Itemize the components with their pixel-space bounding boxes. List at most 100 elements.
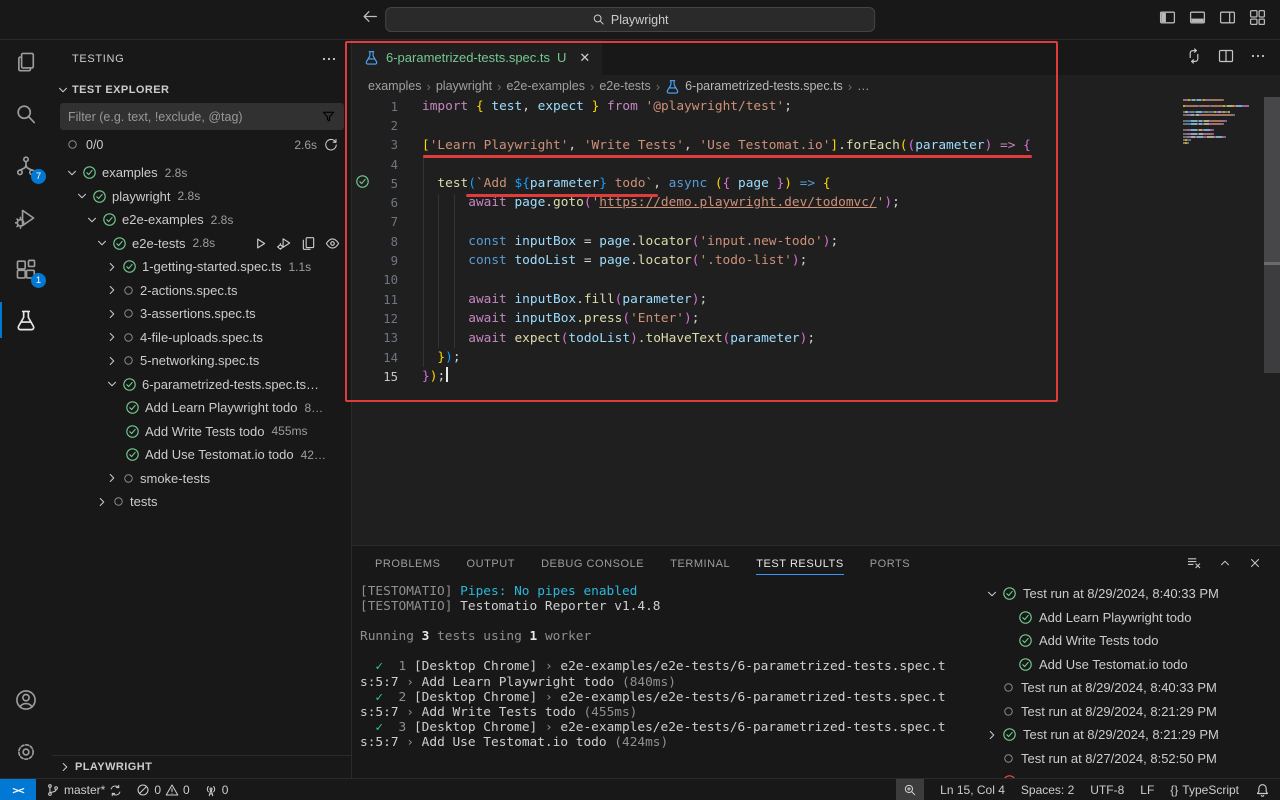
clear-results-icon[interactable] bbox=[1187, 555, 1202, 570]
test-tree-item[interactable]: e2e-tests2.8s bbox=[52, 232, 352, 256]
test-run-item[interactable]: Test run at 8/29/2024, 8:40:33 PM bbox=[978, 676, 1280, 700]
test-tree-item[interactable]: 2-actions.spec.ts bbox=[52, 279, 352, 303]
sidebar-item-search[interactable] bbox=[0, 92, 52, 136]
minimap[interactable] bbox=[1183, 99, 1247, 145]
chevron-down-icon[interactable] bbox=[94, 235, 110, 251]
debug-icon[interactable] bbox=[277, 236, 292, 251]
settings-button[interactable] bbox=[0, 730, 52, 774]
command-center-search[interactable]: Playwright bbox=[385, 7, 875, 32]
chevron-right-icon[interactable] bbox=[104, 329, 120, 345]
problems-status[interactable]: 0 0 bbox=[136, 783, 189, 797]
filter-icon[interactable] bbox=[321, 109, 336, 124]
chevron-down-icon[interactable] bbox=[84, 212, 100, 228]
panel-tab-ports[interactable]: PORTS bbox=[870, 546, 910, 581]
eol-status[interactable]: LF bbox=[1140, 783, 1154, 797]
sidebar-item-explorer[interactable] bbox=[0, 40, 52, 84]
test-tree-item[interactable]: 5-networking.spec.ts bbox=[52, 349, 352, 373]
test-tree-item[interactable]: 1-getting-started.spec.ts1.1s bbox=[52, 255, 352, 279]
breadcrumb-item[interactable]: 6-parametrized-tests.spec.ts bbox=[665, 79, 843, 94]
maximize-panel-icon[interactable] bbox=[1218, 555, 1232, 570]
test-tree-item[interactable]: Add Use Testomat.io todo42… bbox=[52, 443, 352, 467]
toggle-secondary-sidebar-icon[interactable] bbox=[1219, 9, 1236, 26]
code-line[interactable]: await expect(todoList).toHaveText(parame… bbox=[422, 329, 1212, 348]
chevron-right-icon[interactable] bbox=[104, 259, 120, 275]
test-tree-item[interactable]: 6-parametrized-tests.spec.ts… bbox=[52, 373, 352, 397]
playwright-section-header[interactable]: PLAYWRIGHT bbox=[52, 755, 351, 778]
test-tree-item[interactable]: examples2.8s bbox=[52, 161, 352, 185]
sidebar-item-extensions[interactable]: 1 bbox=[0, 248, 52, 292]
more-actions-icon[interactable] bbox=[321, 51, 337, 67]
test-run-item[interactable]: Test run at 8/29/2024, 8:40:33 PM bbox=[978, 582, 1280, 606]
scrollbar-thumb[interactable] bbox=[1264, 97, 1280, 262]
code-line[interactable] bbox=[422, 116, 1212, 135]
code-area[interactable]: import { test, expect } from '@playwrigh… bbox=[422, 97, 1212, 386]
code-line[interactable]: const todoList = page.locator('.todo-lis… bbox=[422, 251, 1212, 270]
bell-icon[interactable] bbox=[1255, 783, 1270, 798]
chevron-right-icon[interactable] bbox=[104, 470, 120, 486]
test-tree-item[interactable]: smoke-tests bbox=[52, 467, 352, 491]
open-changes-icon[interactable] bbox=[1186, 48, 1202, 64]
chevron-down-icon[interactable] bbox=[74, 188, 90, 204]
test-run-item[interactable]: Add Learn Playwright todo bbox=[978, 606, 1280, 630]
test-run-item[interactable] bbox=[978, 770, 1280, 778]
panel-tab-problems[interactable]: PROBLEMS bbox=[375, 546, 441, 581]
breadcrumb-item[interactable]: examples bbox=[368, 79, 422, 93]
test-run-item[interactable]: Test run at 8/29/2024, 8:21:29 PM bbox=[978, 700, 1280, 724]
remote-indicator[interactable]: >< bbox=[0, 779, 36, 800]
breadcrumb-item[interactable]: e2e-examples bbox=[506, 79, 585, 93]
panel-tab-test-results[interactable]: TEST RESULTS bbox=[756, 546, 844, 581]
branch-status[interactable]: master* bbox=[46, 783, 122, 797]
watch-icon[interactable] bbox=[325, 236, 340, 251]
test-tree-item[interactable]: Add Learn Playwright todo8… bbox=[52, 396, 352, 420]
code-line[interactable] bbox=[422, 271, 1212, 290]
tab-parametrized-tests[interactable]: 6-parametrized-tests.spec.ts U ✕ bbox=[352, 40, 602, 75]
code-line[interactable] bbox=[422, 213, 1212, 232]
more-actions-icon[interactable] bbox=[1250, 48, 1266, 64]
zoom-status[interactable] bbox=[896, 779, 924, 800]
code-line[interactable] bbox=[422, 155, 1212, 174]
code-line[interactable]: ['Learn Playwright', 'Write Tests', 'Use… bbox=[422, 136, 1212, 155]
code-line[interactable]: test(`Add ${parameter} todo`, async ({ p… bbox=[422, 174, 1212, 193]
code-line[interactable]: import { test, expect } from '@playwrigh… bbox=[422, 97, 1212, 116]
panel-tab-terminal[interactable]: TERMINAL bbox=[670, 546, 730, 581]
refresh-icon[interactable] bbox=[324, 138, 338, 152]
test-tree-item[interactable]: playwright2.8s bbox=[52, 185, 352, 209]
accounts-button[interactable] bbox=[0, 678, 52, 722]
test-run-item[interactable]: Add Use Testomat.io todo bbox=[978, 653, 1280, 677]
indentation-status[interactable]: Spaces: 2 bbox=[1021, 783, 1074, 797]
chevron-right-icon[interactable] bbox=[104, 282, 120, 298]
code-line[interactable]: const inputBox = page.locator('input.new… bbox=[422, 232, 1212, 251]
split-editor-icon[interactable] bbox=[1218, 48, 1234, 64]
test-tree-item[interactable]: 3-assertions.spec.ts bbox=[52, 302, 352, 326]
cursor-position-status[interactable]: Ln 15, Col 4 bbox=[940, 783, 1005, 797]
run-icon[interactable] bbox=[253, 236, 268, 251]
chevron-down-icon[interactable] bbox=[64, 165, 80, 181]
code-line[interactable]: await page.goto('https://demo.playwright… bbox=[422, 193, 1212, 212]
breadcrumb-item[interactable]: e2e-tests bbox=[599, 79, 650, 93]
panel-tab-output[interactable]: OUTPUT bbox=[467, 546, 516, 581]
close-panel-icon[interactable] bbox=[1248, 555, 1262, 570]
close-tab-icon[interactable]: ✕ bbox=[579, 50, 590, 66]
chevron-down-icon[interactable] bbox=[104, 376, 120, 392]
sidebar-item-testing[interactable] bbox=[0, 298, 52, 342]
toggle-panel-icon[interactable] bbox=[1189, 9, 1206, 26]
test-tree-item[interactable]: tests bbox=[52, 490, 352, 514]
test-tree-item[interactable]: 4-file-uploads.spec.ts bbox=[52, 326, 352, 350]
chevron-right-icon[interactable] bbox=[104, 306, 120, 322]
test-run-item[interactable]: Test run at 8/27/2024, 8:52:50 PM bbox=[978, 747, 1280, 771]
language-status[interactable]: {} TypeScript bbox=[1170, 783, 1239, 797]
go-to-file-icon[interactable] bbox=[301, 236, 316, 251]
test-run-item[interactable]: Add Write Tests todo bbox=[978, 629, 1280, 653]
breadcrumb-item[interactable]: … bbox=[857, 79, 870, 93]
test-tree-item[interactable]: Add Write Tests todo455ms bbox=[52, 420, 352, 444]
chevron-down-icon[interactable] bbox=[984, 586, 1000, 602]
back-arrow-icon[interactable] bbox=[362, 8, 379, 25]
test-filter-input[interactable] bbox=[68, 110, 321, 124]
breadcrumb-item[interactable]: playwright bbox=[436, 79, 492, 93]
customize-layout-icon[interactable] bbox=[1249, 9, 1266, 26]
encoding-status[interactable]: UTF-8 bbox=[1090, 783, 1124, 797]
test-explorer-header[interactable]: TEST EXPLORER bbox=[56, 79, 348, 101]
toggle-sidebar-icon[interactable] bbox=[1159, 9, 1176, 26]
panel-tab-debug-console[interactable]: DEBUG CONSOLE bbox=[541, 546, 644, 581]
chevron-right-icon[interactable] bbox=[104, 353, 120, 369]
